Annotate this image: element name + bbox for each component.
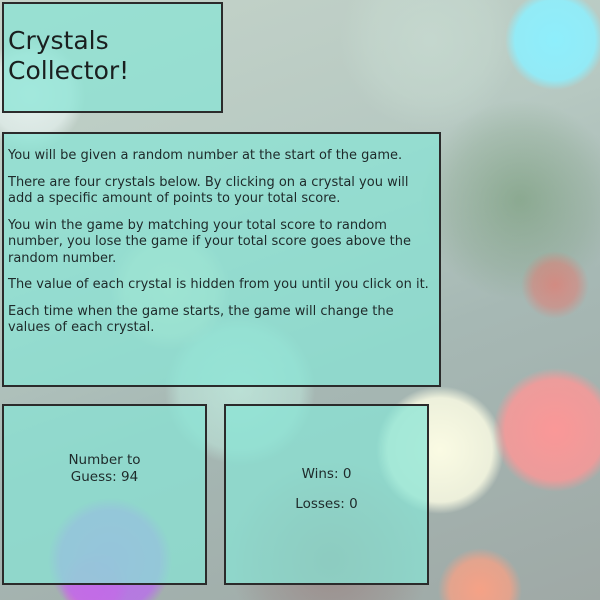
instruction-text: You win the game by matching your total … [8, 217, 412, 266]
losses-display: Losses: 0 [226, 496, 427, 513]
target-number-display: Number to Guess: 94 [45, 452, 165, 486]
title-panel: Crystals Collector! [2, 2, 223, 113]
losses-label: Losses: [295, 496, 345, 512]
wins-count: 0 [342, 466, 352, 482]
game-title-line1: Crystals [8, 26, 109, 55]
instruction-text: The value of each crystal is hidden from… [8, 277, 429, 292]
wins-display: Wins: 0 [226, 466, 427, 483]
game-title-line2: Collector! [8, 56, 130, 85]
scoreboard-panel: Wins: 0 Losses: 0 [224, 404, 429, 585]
instruction-text: You will be given a random number at the… [8, 148, 403, 163]
instructions-panel: You will be given a random number at the… [2, 132, 441, 387]
target-number-value: 94 [121, 469, 139, 485]
target-number-panel: Number to Guess: 94 [2, 404, 207, 585]
losses-count: 0 [349, 496, 358, 512]
instruction-text: There are four crystals below. By clicki… [8, 174, 409, 207]
game-title: Crystals Collector! [8, 26, 221, 86]
wins-label: Wins: [301, 466, 339, 482]
instruction-text: Each time when the game starts, the game… [8, 303, 394, 336]
